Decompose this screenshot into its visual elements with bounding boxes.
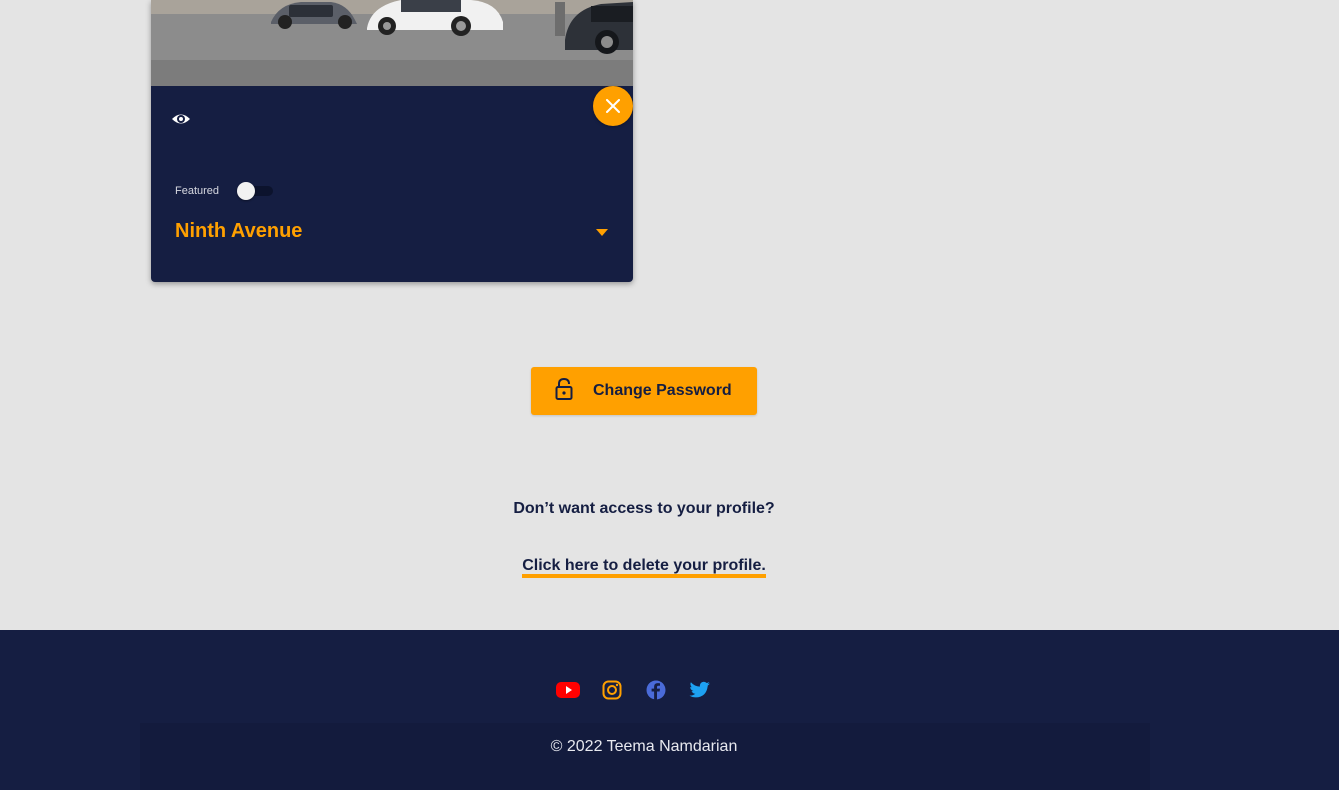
delete-profile-link[interactable]: Click here to delete your profile. — [522, 557, 766, 578]
property-photo — [151, 0, 633, 86]
instagram-icon[interactable] — [600, 678, 624, 702]
copyright-text: © 2022 Teema Namdarian — [550, 738, 738, 755]
delete-profile-question: Don’t want access to your profile? — [513, 500, 775, 517]
change-password-button[interactable]: Change Password — [531, 367, 757, 415]
card-expand-header[interactable]: Ninth Avenue — [175, 220, 609, 243]
featured-label: Featured — [175, 185, 220, 197]
social-links — [556, 678, 732, 702]
delete-profile-link-wrap: Click here to delete your profile. — [0, 557, 1288, 578]
footer-inner-panel — [140, 723, 1150, 790]
profile-page: Featured Ninth Avenue Change Password Do… — [0, 0, 1339, 790]
youtube-icon[interactable] — [556, 678, 580, 702]
caret-down-icon — [596, 228, 608, 236]
property-card: Featured Ninth Avenue — [151, 0, 633, 282]
change-password-label: Change Password — [593, 382, 732, 399]
featured-row: Featured — [175, 180, 275, 202]
featured-toggle[interactable] — [237, 181, 275, 201]
facebook-icon[interactable] — [644, 678, 668, 702]
footer: © 2022 Teema Namdarian — [0, 630, 1339, 790]
card-title: Ninth Avenue — [175, 220, 303, 242]
lock-icon — [555, 378, 573, 400]
close-button[interactable] — [593, 86, 633, 126]
eye-icon[interactable] — [171, 110, 191, 128]
twitter-icon[interactable] — [688, 678, 712, 702]
toggle-thumb — [237, 182, 256, 200]
close-icon — [606, 99, 620, 113]
